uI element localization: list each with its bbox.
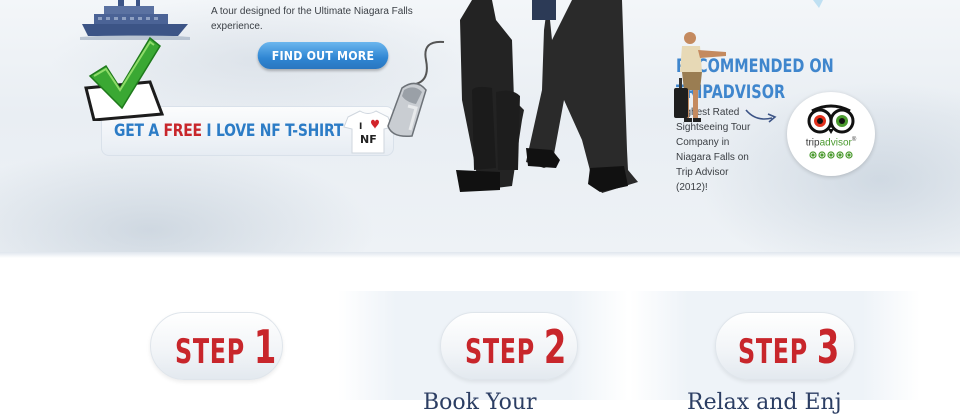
offer-prefix: GET A <box>114 121 164 141</box>
rating-dots <box>809 151 853 159</box>
tripadvisor-badge[interactable]: tripadvisor® <box>787 92 875 176</box>
step-1-label: STEP 1 <box>175 323 277 376</box>
shirt-letter-i: I <box>359 122 362 132</box>
step-2-pill[interactable]: STEP 2 <box>440 312 578 380</box>
tripadvisor-owl-icon <box>807 104 855 134</box>
step-1-number: 1 <box>253 320 277 374</box>
offer-suffix: I LOVE NF T-SHIRT <box>201 121 344 141</box>
shirt-letters-nf: NF <box>360 133 377 146</box>
checkmark-icon <box>84 36 165 121</box>
step-2-word: STEP <box>465 332 535 372</box>
step-3-number: 3 <box>816 320 840 374</box>
step-1-word: STEP <box>175 332 245 372</box>
step-1-pill[interactable]: STEP 1 <box>150 312 283 380</box>
step-2-caption: Book Your <box>423 390 537 415</box>
tour-description: A tour designed for the Ultimate Niagara… <box>211 6 413 32</box>
hero-divider <box>0 252 960 258</box>
step-3-word: STEP <box>738 332 808 372</box>
couple-photo <box>456 0 638 193</box>
triangle-marker-icon <box>813 0 823 8</box>
tripadvisor-wordmark: tripadvisor® <box>787 137 875 148</box>
mouse-icon <box>387 40 445 138</box>
arrow-icon <box>745 109 777 123</box>
step-3-caption: Relax and Enj <box>687 390 842 415</box>
wordmark-registered: ® <box>851 137 857 143</box>
step-2-number: 2 <box>543 320 567 374</box>
traveler-icon <box>674 32 726 122</box>
offer-free-highlight: FREE <box>163 121 202 141</box>
step-3-label: STEP 3 <box>738 323 840 376</box>
boat-icon <box>80 0 190 40</box>
wordmark-advisor: advisor <box>819 137 852 149</box>
wordmark-trip: trip <box>805 137 820 149</box>
tshirt-offer-text: GET A FREE I LOVE NF T-SHIRT <box>114 121 343 141</box>
step-2-label: STEP 2 <box>465 323 567 376</box>
find-out-more-button[interactable]: FIND OUT MORE <box>257 42 389 69</box>
step-3-pill[interactable]: STEP 3 <box>715 312 855 380</box>
